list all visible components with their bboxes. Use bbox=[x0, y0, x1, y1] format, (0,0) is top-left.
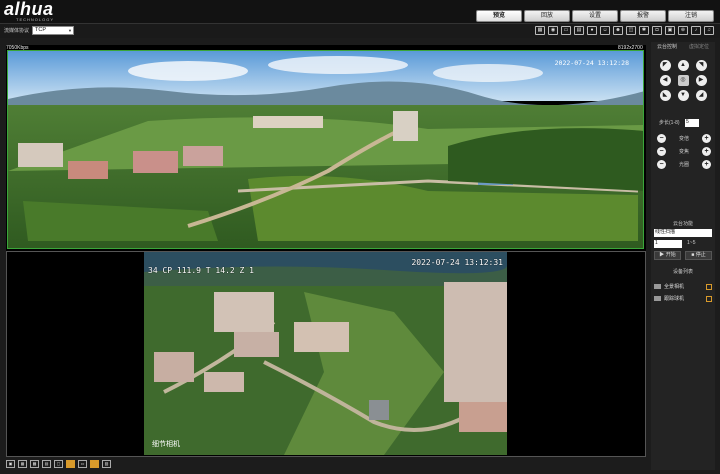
detail-image bbox=[144, 252, 507, 455]
main-nav: 预览 回放 设置 报警 注销 bbox=[476, 10, 714, 22]
up-icon[interactable]: ▲ bbox=[677, 60, 689, 71]
focus-in-button[interactable]: + bbox=[701, 146, 711, 156]
toolbar-icons: ▦ ◉ ▭ ▤ ● ☺ ☻ ◫ ✱ ◘ ▣ ⊕ ♪ ♫ bbox=[535, 26, 714, 35]
up-left-icon[interactable]: ◤ bbox=[659, 60, 671, 71]
window-9-icon[interactable]: ▩ bbox=[30, 460, 39, 468]
protocol-select[interactable]: TCP bbox=[32, 26, 74, 35]
start-button[interactable]: ▶ 开始 bbox=[654, 251, 681, 260]
detail-view[interactable]: 34 CP 111.9 T 14.2 Z 1 2022-07-24 13:12:… bbox=[144, 252, 507, 455]
ptz-icon[interactable]: ◉ bbox=[548, 26, 558, 35]
mode-b-icon[interactable] bbox=[90, 460, 99, 468]
iris-open-button[interactable]: + bbox=[701, 159, 711, 169]
ptz-osd: 34 CP 111.9 T 14.2 Z 1 bbox=[148, 266, 254, 275]
snapshot-icon[interactable]: ◘ bbox=[652, 26, 662, 35]
rule-icon[interactable]: ▤ bbox=[574, 26, 584, 35]
speed-select[interactable]: 5 bbox=[685, 119, 699, 127]
function-range: 1~5 bbox=[687, 240, 696, 246]
function-number-input[interactable]: 1 bbox=[654, 240, 682, 248]
panorama-image bbox=[8, 51, 643, 248]
record-icon[interactable]: ▣ bbox=[665, 26, 675, 35]
panorama-view[interactable]: 2022-07-24 13:12:28 bbox=[7, 50, 644, 249]
iris-label: 光圈 bbox=[678, 161, 689, 168]
center-icon[interactable]: ◎ bbox=[677, 75, 689, 86]
ptz-direction-pad: ◤ ▲ ◥ ◀ ◎ ▶ ◣ ▼ ◢ bbox=[656, 60, 710, 101]
detail-camera-label: 细节相机 bbox=[152, 441, 180, 448]
normal-icon[interactable]: ▭ bbox=[78, 460, 87, 468]
person2-icon[interactable]: ☻ bbox=[613, 26, 623, 35]
zoom-icon[interactable]: ⊕ bbox=[678, 26, 688, 35]
camera-icon bbox=[654, 296, 661, 301]
iris-row: − 光圈 + bbox=[657, 158, 711, 170]
speed-label: 步长(1-8) bbox=[659, 120, 680, 126]
function-select[interactable]: 线性扫描 bbox=[654, 229, 712, 237]
right-icon[interactable]: ▶ bbox=[695, 75, 707, 86]
talk-icon[interactable]: ♫ bbox=[704, 26, 714, 35]
fullscreen-icon[interactable]: ▢ bbox=[54, 460, 63, 468]
split-icon[interactable]: ◫ bbox=[626, 26, 636, 35]
gear-icon[interactable]: ✱ bbox=[639, 26, 649, 35]
tab-ptz-control[interactable]: 云台控制 bbox=[651, 42, 683, 52]
tab-playback[interactable]: 回放 bbox=[524, 10, 570, 22]
sub-toolbar: 流媒体协议 TCP ▦ ◉ ▭ ▤ ● ☺ ☻ ◫ ✱ ◘ ▣ ⊕ ♪ ♫ bbox=[0, 24, 720, 38]
person-icon[interactable]: ☺ bbox=[600, 26, 610, 35]
focus-row: − 变焦 + bbox=[657, 145, 711, 157]
layout-icon[interactable]: ▦ bbox=[535, 26, 545, 35]
zoom-out-button[interactable]: − bbox=[657, 133, 666, 143]
device-name: 跟踪球机 bbox=[664, 296, 685, 302]
camera-icon bbox=[654, 284, 661, 289]
bottom-toolbar: ▣ ▦ ▩ ▤ ▢ ▭ ▧ bbox=[6, 458, 646, 470]
down-left-icon[interactable]: ◣ bbox=[659, 90, 671, 101]
window-16-icon[interactable]: ▤ bbox=[42, 460, 51, 468]
mic-icon[interactable]: ● bbox=[587, 26, 597, 35]
focus-out-button[interactable]: − bbox=[657, 146, 666, 156]
device-name: 全景相机 bbox=[664, 284, 685, 290]
down-right-icon[interactable]: ◢ bbox=[695, 90, 707, 101]
window-1-icon[interactable]: ▣ bbox=[6, 460, 15, 468]
focus-label: 变焦 bbox=[678, 148, 689, 155]
tab-alarm[interactable]: 报警 bbox=[620, 10, 666, 22]
tab-settings[interactable]: 设置 bbox=[572, 10, 618, 22]
pano-timestamp: 2022-07-24 13:12:28 bbox=[554, 59, 629, 67]
top-header: alhua TECHNOLOGY 预览 回放 设置 报警 注销 bbox=[0, 0, 720, 24]
pano-bitrate: 7050Kbps bbox=[6, 45, 29, 51]
stop-button[interactable]: ■ 停止 bbox=[685, 251, 712, 260]
panel-tabs: 云台控制 虚拟定位 bbox=[651, 42, 715, 52]
mode-a-icon[interactable] bbox=[66, 460, 75, 468]
up-right-icon[interactable]: ◥ bbox=[695, 60, 707, 71]
device-flag-icon bbox=[706, 283, 712, 290]
tab-preview[interactable]: 预览 bbox=[476, 10, 522, 22]
device-flag-icon bbox=[706, 295, 712, 302]
volume-icon[interactable]: ♪ bbox=[691, 26, 701, 35]
function-title: 云台功能 bbox=[672, 221, 693, 227]
tab-logout[interactable]: 注销 bbox=[668, 10, 714, 22]
protocol-label: 流媒体协议 bbox=[4, 28, 30, 34]
exit-icon[interactable]: ▧ bbox=[102, 460, 111, 468]
window-4-icon[interactable]: ▦ bbox=[18, 460, 27, 468]
iris-close-button[interactable]: − bbox=[657, 159, 666, 169]
logo-tagline: TECHNOLOGY bbox=[16, 17, 55, 22]
zoom-in-button[interactable]: + bbox=[701, 133, 711, 143]
track-icon[interactable]: ▭ bbox=[561, 26, 571, 35]
device-list-title: 设备列表 bbox=[672, 269, 693, 275]
tab-virtual-position[interactable]: 虚拟定位 bbox=[683, 42, 715, 52]
device-item-panorama[interactable]: 全景相机 bbox=[654, 282, 712, 291]
app-root: alhua TECHNOLOGY 预览 回放 设置 报警 注销 流媒体协议 TC… bbox=[0, 0, 720, 474]
left-icon[interactable]: ◀ bbox=[659, 75, 671, 86]
pano-resolution: 8192x2700 bbox=[618, 45, 643, 51]
detail-timestamp: 2022-07-24 13:12:31 bbox=[411, 258, 503, 267]
down-icon[interactable]: ▼ bbox=[677, 90, 689, 101]
zoom-row: − 变倍 + bbox=[657, 132, 711, 144]
stop-label: 停止 bbox=[695, 252, 706, 258]
lens-controls: − 变倍 + − 变焦 + − 光圈 + bbox=[657, 132, 711, 171]
start-label: 开始 bbox=[665, 252, 676, 258]
device-item-tracking[interactable]: 跟踪球机 bbox=[654, 294, 712, 303]
zoom-label: 变倍 bbox=[678, 135, 689, 142]
brand-logo: alhua TECHNOLOGY bbox=[4, 0, 74, 23]
control-panel: 云台控制 虚拟定位 ◤ ▲ ◥ ◀ ◎ ▶ ◣ ▼ ◢ 步长(1-8) 5 − … bbox=[651, 42, 715, 470]
